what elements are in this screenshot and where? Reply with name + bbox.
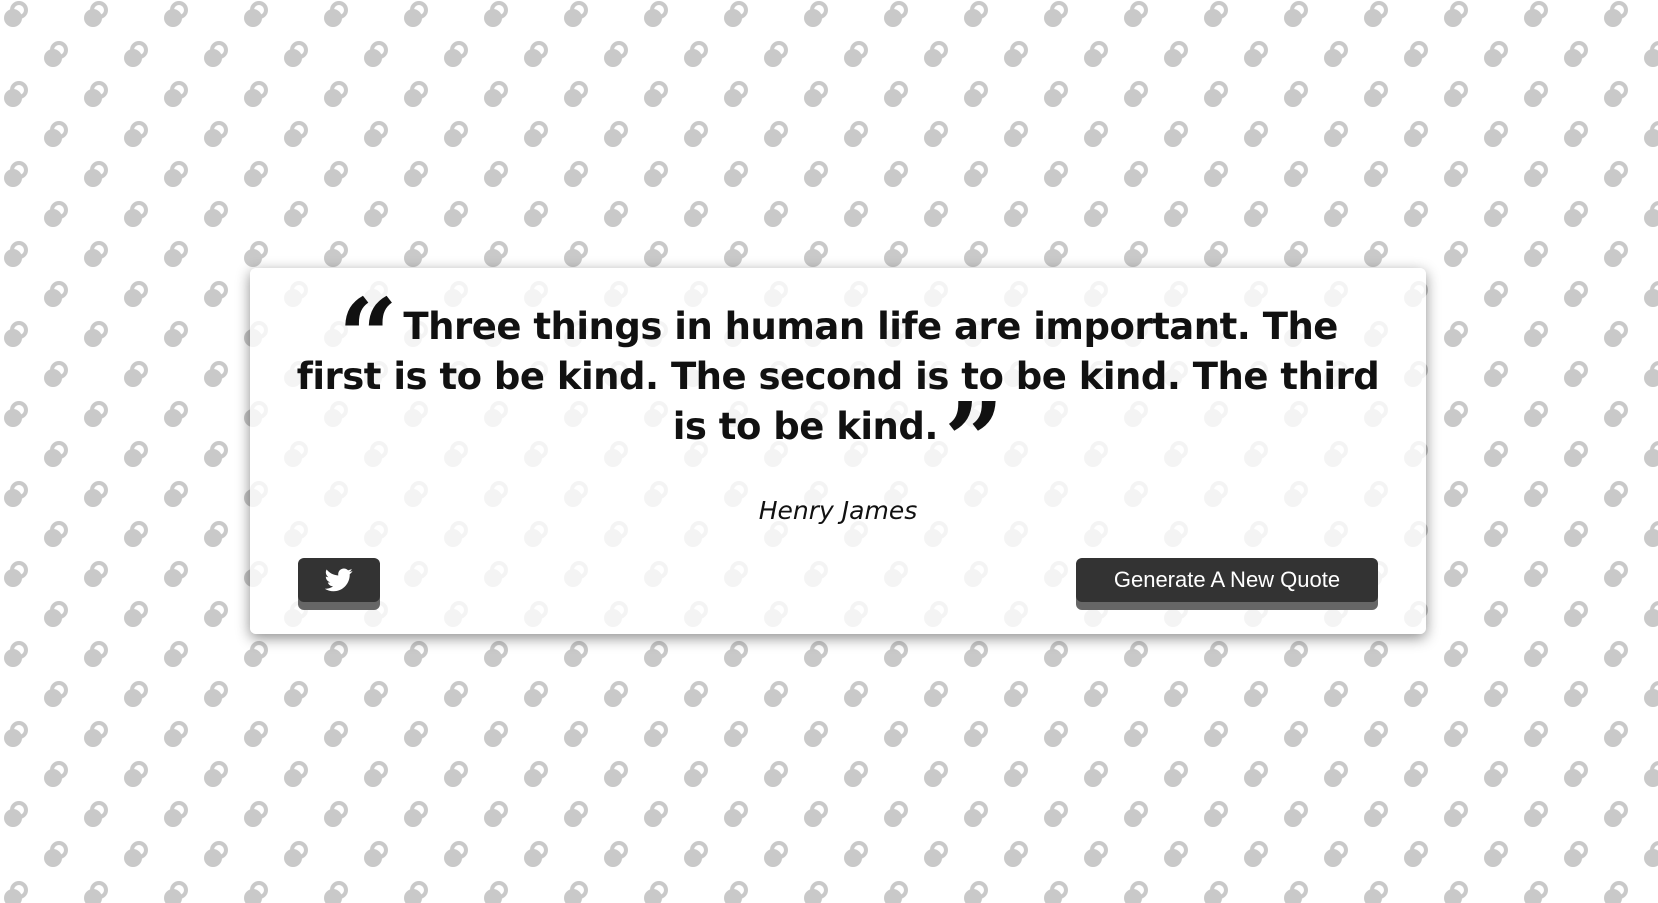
twitter-icon bbox=[325, 568, 353, 592]
quote-author: Henry James bbox=[758, 496, 918, 525]
new-quote-button[interactable]: Generate A New Quote bbox=[1076, 558, 1378, 602]
quote-body: Three things in human life are important… bbox=[296, 305, 1380, 448]
tweet-button[interactable] bbox=[298, 558, 380, 602]
quote-text: “Three things in human life are importan… bbox=[296, 275, 1380, 502]
quote-card: “Three things in human life are importan… bbox=[250, 268, 1426, 634]
